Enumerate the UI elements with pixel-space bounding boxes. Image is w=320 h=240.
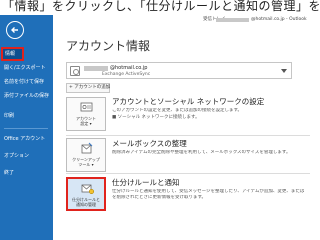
account-settings-icon: [80, 102, 93, 112]
account-selector[interactable]: @hotmail.co.jp Exchange ActiveSync: [66, 62, 292, 79]
nav-item-options[interactable]: オプション: [0, 149, 53, 163]
divider: [66, 173, 310, 174]
cleanup-tools-icon: [81, 142, 93, 154]
section-title: 仕分けルールと通知: [112, 178, 180, 187]
account-icon: [70, 66, 80, 76]
section-rules-alerts: 仕分けルールと 通知の管理 仕分けルールと通知 仕分けルールと通知を使用して、受…: [60, 177, 310, 217]
chevron-down-icon: [281, 69, 287, 73]
section-title: アカウントとソーシャル ネットワークの設定: [112, 97, 265, 106]
instruction-caption: 「情報」をクリックし、「仕分けルールと通知の管理」をクリ: [0, 0, 320, 15]
nav-item-info[interactable]: 情報: [1, 47, 24, 61]
title-email-suffix: @hotmail.co.jp - Outlook: [251, 17, 307, 22]
redacted-block: [216, 18, 249, 22]
account-type: Exchange ActiveSync: [102, 72, 151, 77]
nav-item-office-account[interactable]: Office アカウント: [0, 132, 53, 146]
nav-item-save-attachments[interactable]: 添付ファイルの保存: [0, 89, 53, 103]
back-button[interactable]: [6, 21, 24, 39]
backstage-nav: 情報 開く/エクスポート 名前を付けて保存 添付ファイルの保存 印刷 Offic…: [0, 15, 53, 240]
nav-divider: [4, 128, 48, 129]
title-bar: 受信トレイ - @hotmail.co.jp - Outlook: [53, 15, 320, 25]
section-desc: このアカウントの設定を変更、または追加の接続を設定します。: [112, 108, 243, 113]
section-mailbox-cleanup: クリーンアップ ツール ▾ メールボックスの整理 削除済みアイテムの完全削除や整…: [60, 138, 310, 174]
rules-alerts-icon: [81, 184, 94, 195]
section-title: メールボックスの整理: [112, 139, 187, 148]
divider: [66, 135, 310, 136]
cleanup-tools-button[interactable]: クリーンアップ ツール ▾: [66, 138, 106, 172]
account-settings-button[interactable]: アカウント 設定 ▾: [66, 97, 106, 131]
manage-rules-alerts-button[interactable]: 仕分けルールと 通知の管理: [66, 177, 106, 211]
manage-rules-alerts-label: 仕分けルールと 通知の管理: [72, 197, 100, 207]
nav-item-save-as[interactable]: 名前を付けて保存: [0, 75, 53, 89]
arrow-left-icon: [11, 27, 18, 33]
cleanup-tools-label: クリーンアップ ツール ▾: [72, 157, 100, 167]
page-title: アカウント情報: [66, 39, 151, 53]
nav-item-print[interactable]: 印刷: [0, 109, 53, 123]
social-network-link[interactable]: ■ ソーシャル ネットワークに接続します。: [112, 115, 200, 121]
account-settings-label: アカウント 設定 ▾: [76, 116, 96, 126]
add-account-button[interactable]: + アカウントの追加: [66, 83, 110, 93]
section-desc: 削除済みアイテムの完全削除や整理を利用して、メールボックスのサイズを管理します。: [112, 150, 291, 155]
nav-item-open-export[interactable]: 開く/エクスポート: [0, 61, 53, 75]
section-desc-continued: を削除されたときに更新情報を受け取ります。: [112, 195, 207, 200]
section-account-settings: アカウント 設定 ▾ アカウントとソーシャル ネットワークの設定 このアカウント…: [60, 97, 310, 137]
nav-item-exit[interactable]: 終了: [0, 166, 53, 180]
